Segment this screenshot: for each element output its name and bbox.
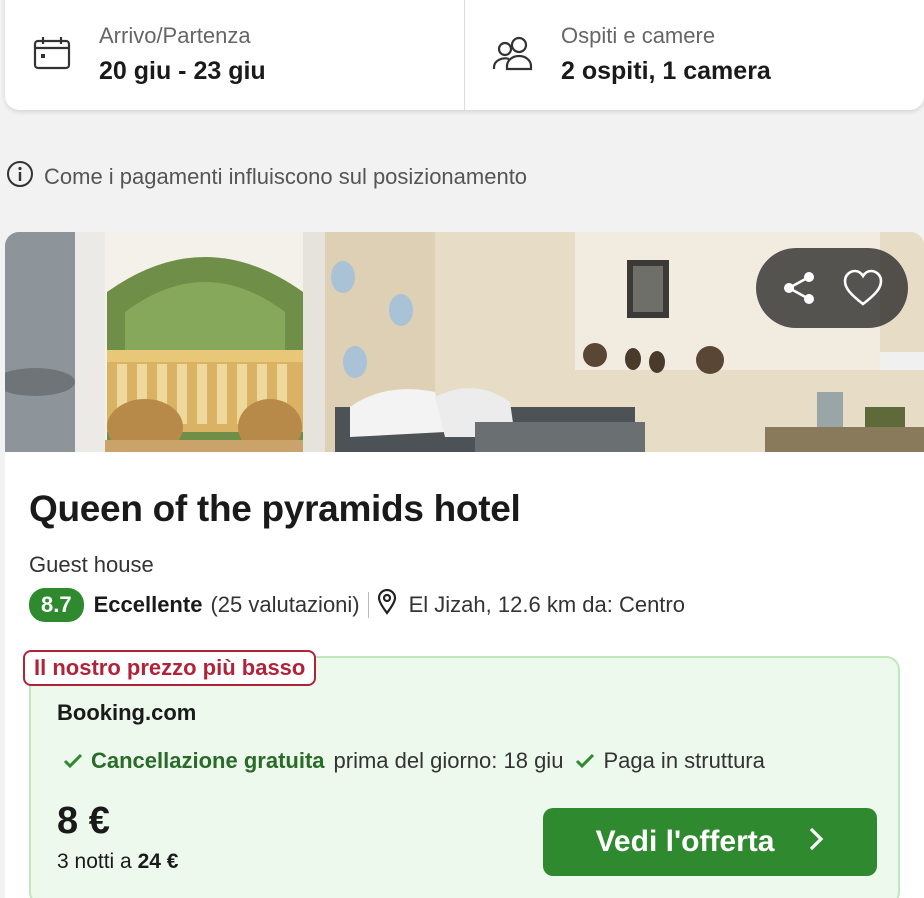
info-icon [6,160,34,194]
dates-field[interactable]: Arrivo/Partenza 20 giu - 23 giu [5,0,465,110]
total-value: 24 € [137,850,179,873]
rating-word: Eccellente [93,592,203,617]
check-icon [63,753,83,769]
hotel-location[interactable]: El Jizah, 12.6 km da: Centro [409,592,685,618]
offer-features: Cancellazione gratuita prima del giorno:… [63,748,765,774]
divider [367,592,369,618]
rating-row: 8.7 Eccellente (25 valutazioni) El Jizah… [29,588,685,622]
free-cancellation: Cancellazione gratuita [91,748,325,773]
chevron-right-icon [808,825,824,859]
payment-ranking-info[interactable]: Come i pagamenti influiscono sul posizio… [6,160,527,194]
cancellation-detail: prima del giorno: 18 giu [333,748,564,773]
photo-actions [756,248,908,328]
offer-box[interactable]: Booking.com Cancellazione gratuita prima… [29,656,900,898]
nightly-price: 8 € [57,800,110,842]
dates-label: Arrivo/Partenza [99,23,251,48]
total-prefix: 3 notti a [57,850,138,873]
pay-at-property: Paga in struttura [603,748,765,773]
guests-icon [491,35,535,76]
share-icon[interactable] [780,269,818,307]
hotel-photo[interactable] [5,232,924,452]
lowest-price-tag: Il nostro prezzo più basso [23,650,317,686]
rating-count: (25 valutazioni) [210,592,360,617]
hotel-name[interactable]: Queen of the pyramids hotel [29,488,521,530]
dates-value: 20 giu - 23 giu [99,57,266,85]
rating-badge: 8.7 [29,588,84,622]
total-price: 3 notti a 24 € [57,850,178,874]
view-offer-button[interactable]: Vedi l'offerta [543,808,877,876]
guests-label: Ospiti e camere [561,23,716,48]
search-summary: Arrivo/Partenza 20 giu - 23 giu Ospiti e… [5,0,924,110]
heart-icon[interactable] [842,269,884,307]
location-pin-icon [377,588,397,621]
guests-value: 2 ospiti, 1 camera [561,57,771,85]
info-text: Come i pagamenti influiscono sul posizio… [44,164,528,189]
view-offer-label: Vedi l'offerta [595,825,775,858]
hotel-type: Guest house [29,552,154,577]
hotel-card[interactable]: Queen of the pyramids hotel Guest house … [5,232,924,898]
offer-provider: Booking.com [57,700,197,725]
check-icon [575,753,595,769]
calendar-icon [33,36,71,75]
guests-field[interactable]: Ospiti e camere 2 ospiti, 1 camera [465,0,924,110]
